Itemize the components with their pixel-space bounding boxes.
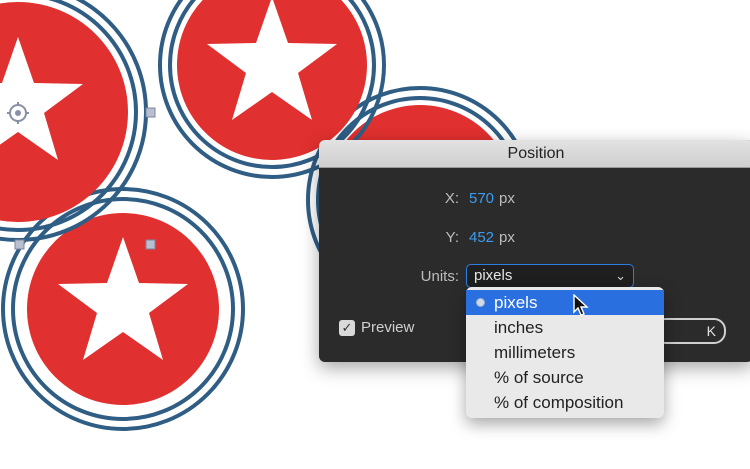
menu-item-millimeters[interactable]: millimeters [466, 340, 664, 365]
menu-item-label: millimeters [494, 343, 576, 362]
dialog-title: Position [319, 140, 750, 168]
checkmark-icon: ✓ [341, 320, 353, 335]
x-value-field[interactable]: 570 [469, 190, 494, 207]
ok-button[interactable]: K [654, 318, 726, 344]
transform-handle[interactable] [145, 239, 156, 250]
y-unit: px [499, 229, 515, 246]
menu-item-label: % of source [494, 368, 584, 387]
menu-item-percent-of-composition[interactable]: % of composition [466, 390, 664, 415]
star-layer-3[interactable] [1, 187, 245, 431]
menu-item-percent-of-source[interactable]: % of source [466, 365, 664, 390]
units-select[interactable]: pixels ⌄ [466, 264, 634, 288]
units-label: Units: [420, 268, 459, 285]
menu-item-label: pixels [494, 293, 538, 312]
x-label: X: [444, 190, 459, 207]
preview-label: Preview [361, 319, 415, 336]
mouse-pointer-icon [573, 294, 589, 316]
units-select-value: pixels [474, 267, 513, 284]
preview-checkbox[interactable]: ✓ [339, 320, 355, 336]
y-label: Y: [445, 229, 459, 246]
radio-dot-icon [476, 298, 485, 307]
menu-item-pixels[interactable]: pixels [466, 290, 664, 315]
x-unit: px [499, 190, 515, 207]
transform-handle[interactable] [14, 239, 25, 250]
units-dropdown-menu: pixels inches millimeters % of source % … [466, 287, 664, 418]
menu-item-inches[interactable]: inches [466, 315, 664, 340]
transform-handle[interactable] [145, 107, 156, 118]
chevron-down-icon: ⌄ [615, 268, 626, 283]
menu-item-label: % of composition [494, 393, 624, 412]
ok-button-label-fragment: K [706, 323, 716, 339]
y-value-field[interactable]: 452 [469, 229, 494, 246]
menu-item-label: inches [494, 318, 544, 337]
